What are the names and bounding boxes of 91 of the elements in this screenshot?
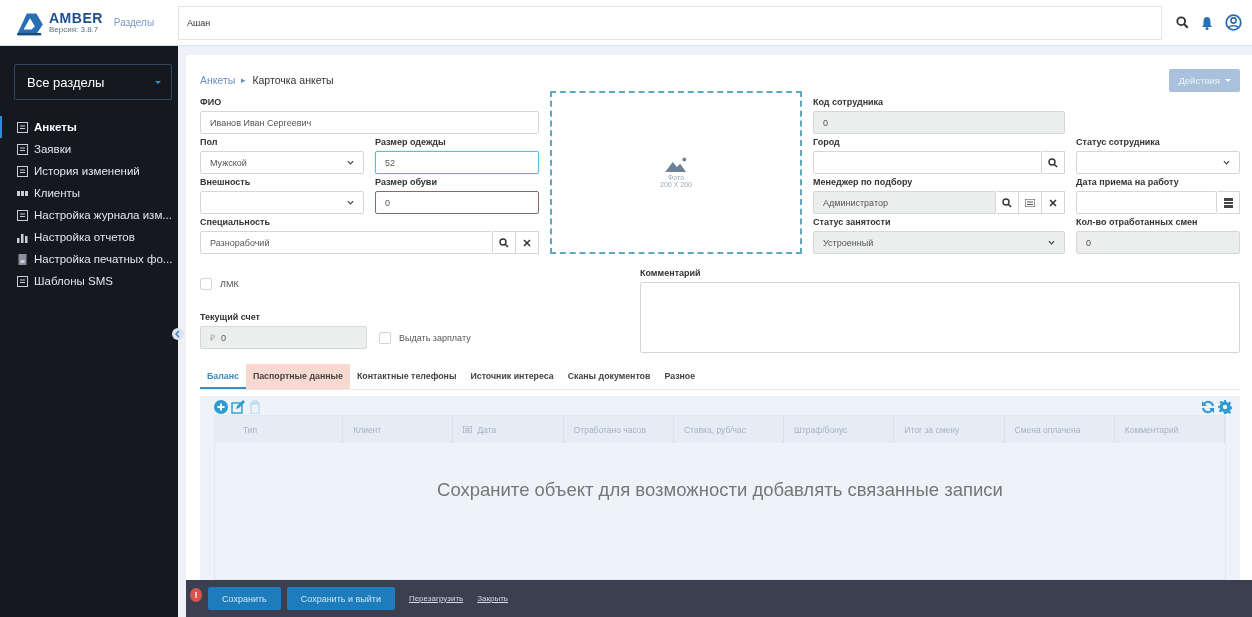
- list-icon: [1025, 198, 1035, 207]
- select-field[interactable]: [1076, 151, 1240, 174]
- sidebar-item[interactable]: Настройка журнала изм...: [0, 204, 178, 226]
- save-button[interactable]: Сохранить: [208, 587, 281, 610]
- chevron-down-icon: [1223, 160, 1230, 165]
- sidebar-item[interactable]: Настройка печатных фо...: [0, 248, 178, 270]
- checkbox-label: ЛМК: [220, 279, 239, 289]
- sidebar-item[interactable]: Клиенты: [0, 182, 178, 204]
- logo-text: AMBER: [49, 11, 103, 25]
- calendar-button[interactable]: [1217, 191, 1240, 214]
- text-field[interactable]: 0: [375, 191, 539, 214]
- tab[interactable]: Разное: [657, 364, 703, 389]
- error-indicator: !: [190, 587, 202, 602]
- sidebar-item[interactable]: Настройка отчетов: [0, 226, 178, 248]
- list-icon: [17, 121, 28, 133]
- lookup-field[interactable]: [1076, 191, 1217, 214]
- calendar-icon: [463, 426, 473, 433]
- list-icon: [17, 275, 28, 287]
- chevron-down-icon: [347, 160, 354, 165]
- breadcrumb-separator: ▸: [241, 75, 247, 85]
- select-field[interactable]: [200, 191, 364, 214]
- search-icon: [499, 237, 509, 248]
- calendar-icon: [1223, 197, 1233, 208]
- tab[interactable]: Паспортные данные: [245, 364, 350, 389]
- bar-chart-icon: [17, 231, 28, 243]
- list-icon: [17, 209, 28, 221]
- field-label: Размер одежды: [375, 137, 447, 147]
- field-label: Текущий счет: [200, 312, 262, 322]
- list-icon: [17, 143, 28, 155]
- chevron-down-icon: [1048, 240, 1055, 245]
- field-label: Пол: [200, 137, 219, 147]
- image-icon: [665, 157, 687, 172]
- text-field[interactable]: 52: [375, 151, 539, 174]
- sections-dropdown[interactable]: Все разделы: [14, 64, 172, 100]
- collapse-handle-icon[interactable]: [172, 328, 184, 340]
- user-icon[interactable]: [1225, 14, 1242, 31]
- clear-button[interactable]: [1042, 191, 1065, 214]
- document-icon: [17, 253, 28, 265]
- empty-message: Сохраните объект для возможности добавлять связанные записи: [437, 479, 1003, 502]
- field-label: Город: [813, 137, 841, 147]
- footer-link[interactable]: Закрыть: [477, 594, 509, 603]
- caret-icon: [155, 80, 161, 84]
- select-field[interactable]: Мужской: [200, 151, 364, 174]
- close-icon: [1049, 198, 1057, 207]
- search-icon: [1048, 157, 1058, 168]
- sidebar-item[interactable]: Заявки: [0, 138, 178, 160]
- tab[interactable]: Сканы документов: [560, 364, 658, 389]
- field-label: Код сотрудника: [813, 97, 885, 107]
- chevron-down-icon: [347, 200, 354, 205]
- comment-field[interactable]: [640, 282, 1240, 353]
- text-field[interactable]: Иванов Иван Сергеевич: [200, 111, 539, 134]
- breadcrumb-link[interactable]: Анкеты: [200, 74, 236, 86]
- field-label: Размер обуви: [375, 177, 438, 187]
- refresh-icon[interactable]: [1201, 399, 1215, 414]
- field-label: Статус занятости: [813, 217, 892, 227]
- search-icon[interactable]: [1176, 16, 1189, 29]
- field-label: Внешность: [200, 177, 252, 187]
- clear-button[interactable]: [516, 231, 539, 254]
- search-button[interactable]: [996, 191, 1019, 214]
- search-field[interactable]: Ашан: [178, 5, 1162, 40]
- sidebar-item[interactable]: Анкеты: [0, 116, 178, 138]
- save-button[interactable]: Сохранить и выйти: [286, 587, 395, 610]
- lookup-field[interactable]: Разнорабочий: [200, 231, 493, 254]
- field-label: ФИО: [200, 97, 223, 107]
- sidebar-item[interactable]: История изменений: [0, 160, 178, 182]
- tab[interactable]: Источник интереса: [463, 364, 561, 389]
- tab[interactable]: Контактные телефоны: [349, 364, 464, 389]
- close-icon: [523, 238, 531, 247]
- lookup-field[interactable]: [813, 151, 1042, 174]
- footer-link[interactable]: Перезагрузить: [408, 594, 464, 603]
- field-label: Дата приема на работу: [1076, 177, 1180, 187]
- add-icon[interactable]: [214, 399, 228, 414]
- edit-icon[interactable]: [231, 399, 245, 414]
- search-icon: [1002, 197, 1012, 208]
- field-label: Комментарий: [640, 268, 702, 278]
- checkbox[interactable]: [200, 278, 212, 290]
- checkbox-label: Выдать зарплату: [399, 332, 471, 343]
- list-icon: [17, 165, 28, 177]
- search-button[interactable]: [1042, 151, 1065, 174]
- sidebar-item[interactable]: Шаблоны SMS: [0, 270, 178, 292]
- bell-icon[interactable]: [1201, 15, 1213, 30]
- checkbox[interactable]: [379, 331, 391, 344]
- search-button[interactable]: [493, 231, 516, 254]
- settings-icon[interactable]: [1218, 399, 1232, 414]
- field-label: Менеджер по подбору: [813, 177, 914, 187]
- field-label: Специальность: [200, 217, 272, 227]
- field-label: Кол-во отработанных смен: [1076, 217, 1199, 227]
- version-label: Версия: 3.8.7: [49, 25, 100, 34]
- page-title: Карточка анкеты: [252, 74, 334, 86]
- caret-icon: [1225, 78, 1231, 82]
- field-label: Статус сотрудника: [1076, 137, 1161, 147]
